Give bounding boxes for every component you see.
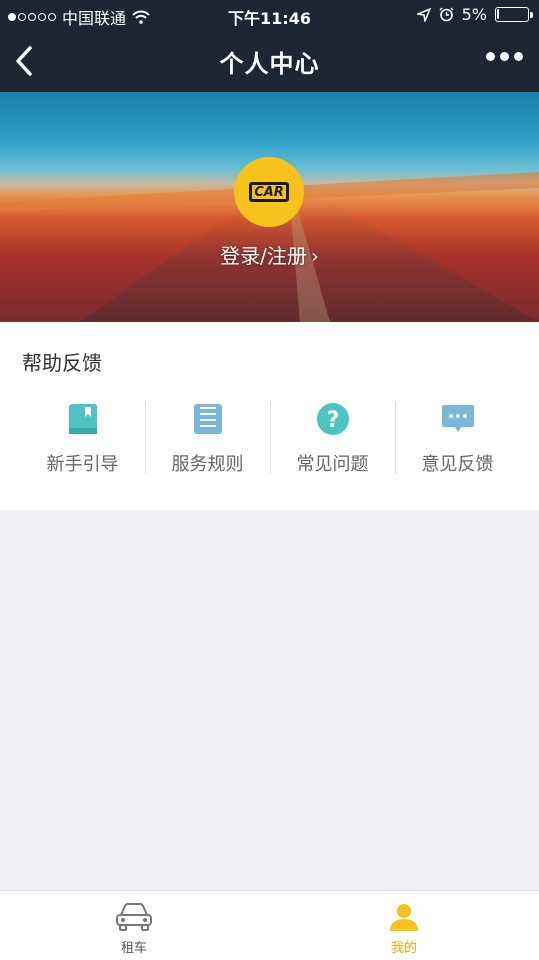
help-item-feedback[interactable]: 意见反馈 — [395, 402, 520, 477]
tab-bar: 租车 我的 — [0, 890, 539, 960]
help-feedback-section: 帮助反馈 新手引导 服务规则 ? 常见问题 意见反馈 — [0, 322, 539, 510]
help-item-rules[interactable]: 服务规则 — [145, 402, 270, 477]
help-item-guide[interactable]: 新手引导 — [20, 402, 145, 477]
tab-label: 我的 — [390, 941, 417, 956]
more-dot-icon — [514, 52, 523, 61]
section-title: 帮助反馈 — [22, 351, 102, 375]
list-icon — [191, 402, 225, 436]
help-item-label: 新手引导 — [46, 454, 119, 475]
status-right: 5% — [416, 5, 533, 24]
more-dot-icon — [486, 52, 495, 61]
status-bar: 中国联通 下午11:46 5% — [0, 0, 539, 30]
chat-icon — [441, 402, 475, 436]
login-register-label: 登录/注册 — [220, 244, 307, 268]
car-logo: CAR — [249, 182, 289, 202]
help-item-faq[interactable]: ? 常见问题 — [270, 402, 395, 477]
chevron-right-icon: › — [310, 244, 319, 268]
location-arrow-icon — [416, 7, 431, 22]
car-icon — [116, 903, 152, 931]
svg-text:?: ? — [326, 408, 339, 433]
more-options-button[interactable] — [486, 52, 523, 61]
login-register-link[interactable]: 登录/注册 › — [0, 240, 539, 269]
avatar[interactable]: CAR — [234, 157, 304, 227]
question-icon: ? — [316, 402, 350, 436]
help-item-label: 常见问题 — [296, 454, 369, 475]
page-title: 个人中心 — [219, 50, 320, 78]
more-dot-icon — [500, 52, 509, 61]
alarm-icon — [439, 7, 454, 22]
tab-rent-car[interactable]: 租车 — [94, 901, 174, 956]
tab-mine[interactable]: 我的 — [364, 901, 444, 956]
tab-label: 租车 — [120, 941, 147, 956]
battery-percent: 5% — [461, 5, 487, 24]
help-item-label: 服务规则 — [171, 454, 244, 475]
profile-banner: CAR 登录/注册 › — [0, 92, 539, 322]
user-icon — [390, 904, 418, 931]
battery-icon — [495, 7, 533, 22]
nav-bar: 个人中心 — [0, 30, 539, 92]
help-items: 新手引导 服务规则 ? 常见问题 意见反馈 — [20, 402, 520, 477]
help-item-label: 意见反馈 — [421, 454, 494, 475]
book-icon — [66, 402, 100, 436]
